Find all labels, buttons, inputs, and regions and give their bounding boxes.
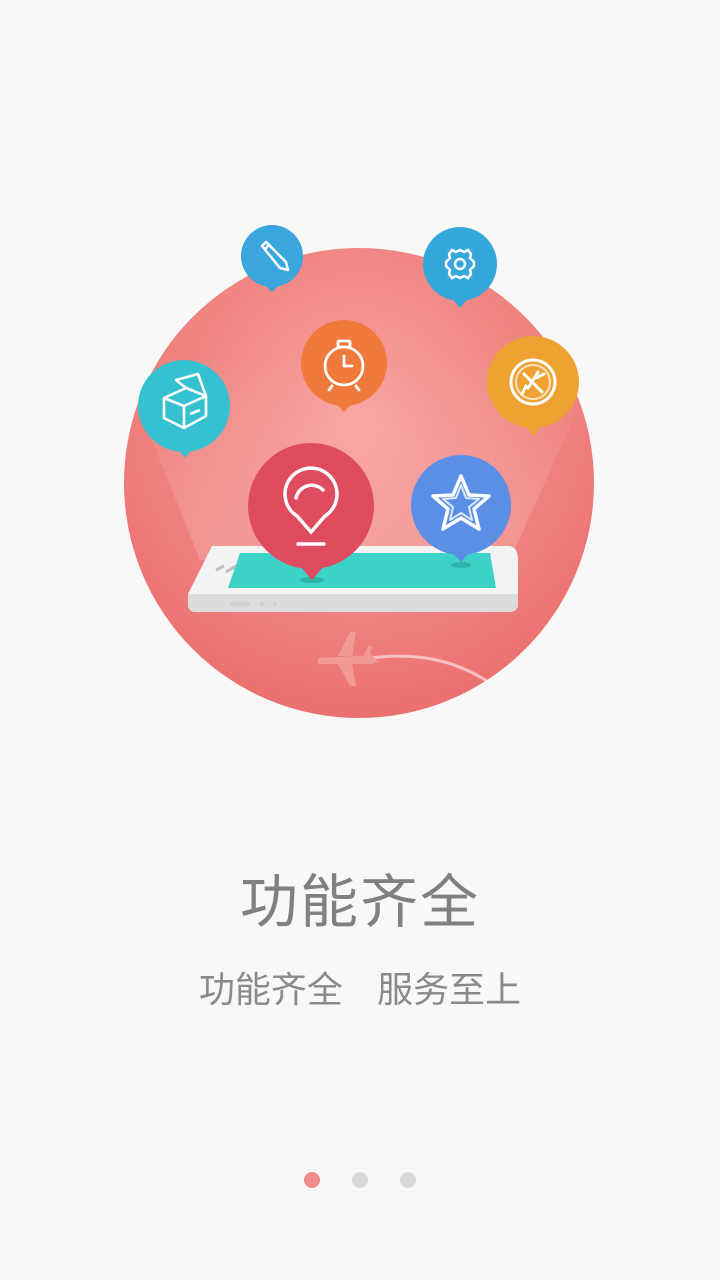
page-title: 功能齐全 [239,868,480,936]
phone-graphic [188,546,518,612]
page-subtitle: 功能齐全 服务至上 [198,970,522,1011]
page-dot-3[interactable] [400,1172,416,1188]
feature-illustration [124,225,594,718]
page-dot-1[interactable] [304,1172,320,1188]
page-dot-2[interactable] [352,1172,368,1188]
page-indicator [0,1172,720,1192]
guide-page[interactable]: 功能齐全 功能齐全 服务至上 [0,0,720,1280]
